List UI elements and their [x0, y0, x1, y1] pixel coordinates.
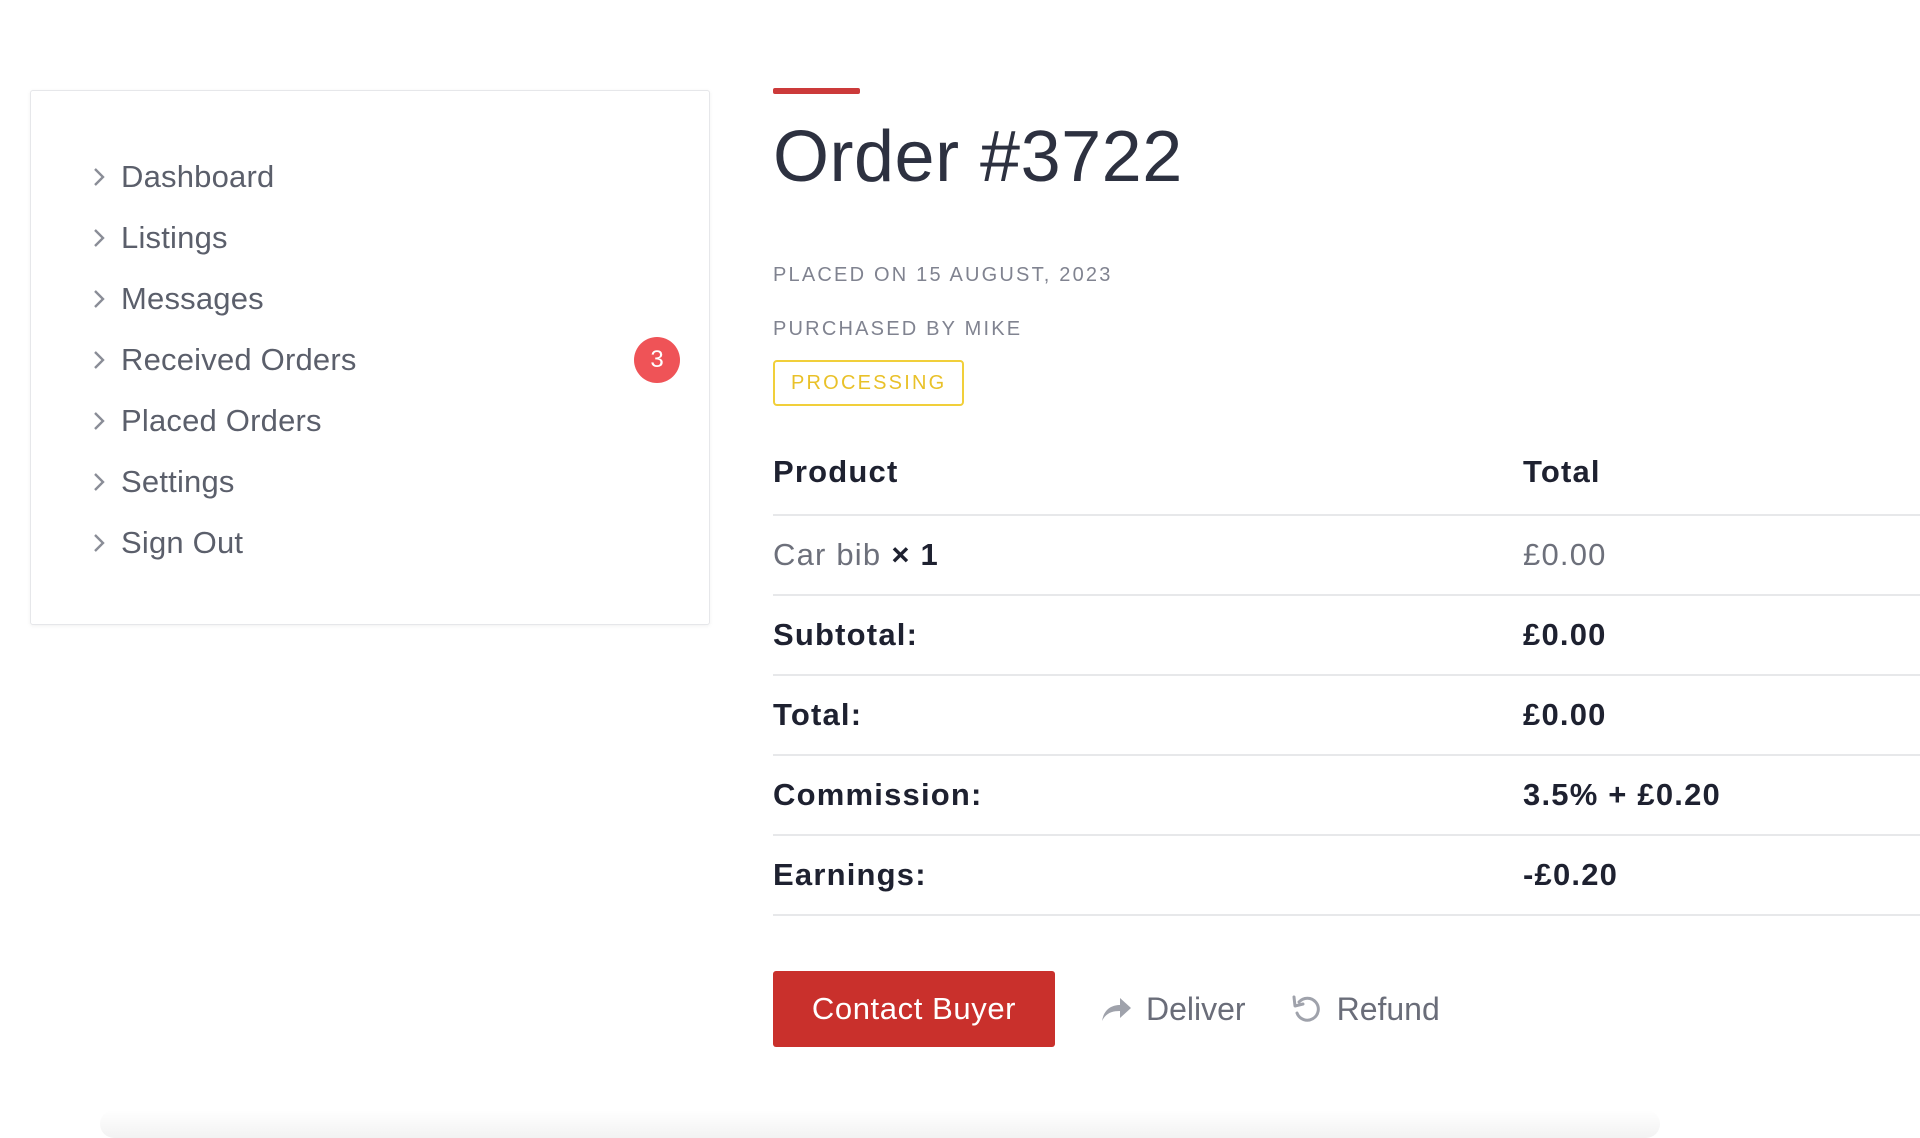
chevron-right-icon	[94, 411, 105, 430]
sidebar-item-label: Sign Out	[121, 524, 244, 560]
total-value: £0.00	[1523, 675, 1920, 756]
sidebar-item-placed-orders[interactable]: Placed Orders	[91, 390, 691, 451]
order-purchased-by: PURCHASED BY MIKE	[773, 318, 1023, 340]
commission-value: 3.5% + £0.20	[1523, 755, 1920, 836]
sidebar-item-dashboard[interactable]: Dashboard	[91, 146, 691, 207]
chevron-right-icon	[94, 472, 105, 491]
earnings-label: Earnings:	[773, 835, 1523, 916]
chevron-right-icon	[94, 167, 105, 186]
table-row: Subtotal: £0.00	[773, 595, 1920, 676]
sidebar-item-label: Messages	[121, 280, 264, 316]
table-row: Car bib × 1 £0.00	[773, 515, 1920, 596]
received-orders-count-badge: 3	[634, 337, 680, 383]
product-quantity: × 1	[891, 537, 939, 572]
undo-icon	[1292, 995, 1320, 1022]
subtotal-label: Subtotal:	[773, 595, 1523, 676]
total-label: Total:	[773, 675, 1523, 756]
table-row: Earnings: -£0.20	[773, 835, 1920, 916]
title-accent-bar	[773, 88, 860, 94]
sidebar-item-label: Settings	[121, 463, 235, 499]
contact-buyer-button[interactable]: Contact Buyer	[773, 971, 1055, 1047]
sidebar-item-messages[interactable]: Messages	[91, 268, 691, 329]
sidebar-item-received-orders[interactable]: Received Orders 3	[91, 329, 691, 390]
commission-label: Commission:	[773, 755, 1523, 836]
refund-label: Refund	[1336, 990, 1440, 1027]
order-actions: Contact Buyer Deliver Refund	[773, 971, 1440, 1047]
sidebar-item-label: Placed Orders	[121, 402, 322, 438]
sidebar-item-settings[interactable]: Settings	[91, 451, 691, 512]
order-summary-table: Product Total Car bib × 1 £0.00 Subtotal:…	[773, 430, 1920, 916]
table-header-row: Product Total	[773, 430, 1920, 516]
product-name: Car bib	[773, 537, 882, 572]
sidebar-item-label: Listings	[121, 219, 228, 255]
deliver-label: Deliver	[1146, 990, 1246, 1027]
share-arrow-icon	[1102, 998, 1131, 1021]
sidebar-item-label: Dashboard	[121, 158, 275, 194]
table-row: Total: £0.00	[773, 675, 1920, 756]
earnings-value: -£0.20	[1523, 835, 1920, 916]
page-title: Order #3722	[773, 117, 1183, 197]
chevron-right-icon	[94, 228, 105, 247]
chevron-right-icon	[94, 289, 105, 308]
order-placed-date: PLACED ON 15 AUGUST, 2023	[773, 264, 1113, 286]
footer-shadow	[100, 1110, 1660, 1138]
column-header-product: Product	[773, 430, 1523, 516]
column-header-total: Total	[1523, 430, 1920, 516]
status-badge: PROCESSING	[773, 360, 965, 406]
subtotal-value: £0.00	[1523, 595, 1920, 676]
table-row: Commission: 3.5% + £0.20	[773, 755, 1920, 836]
account-sidebar: Dashboard Listings Messages Received Ord…	[30, 90, 710, 625]
deliver-button[interactable]: Deliver	[1100, 991, 1246, 1028]
product-total: £0.00	[1523, 515, 1920, 596]
refund-button[interactable]: Refund	[1291, 991, 1440, 1028]
order-detail: Order #3722 PLACED ON 15 AUGUST, 2023 PU…	[773, 88, 1920, 1047]
chevron-right-icon	[94, 350, 105, 369]
account-nav: Dashboard Listings Messages Received Ord…	[91, 146, 691, 573]
sidebar-item-sign-out[interactable]: Sign Out	[91, 512, 691, 573]
product-cell: Car bib × 1	[773, 515, 1523, 596]
sidebar-item-label: Received Orders	[121, 341, 357, 377]
sidebar-item-listings[interactable]: Listings	[91, 207, 691, 268]
chevron-right-icon	[94, 533, 105, 552]
